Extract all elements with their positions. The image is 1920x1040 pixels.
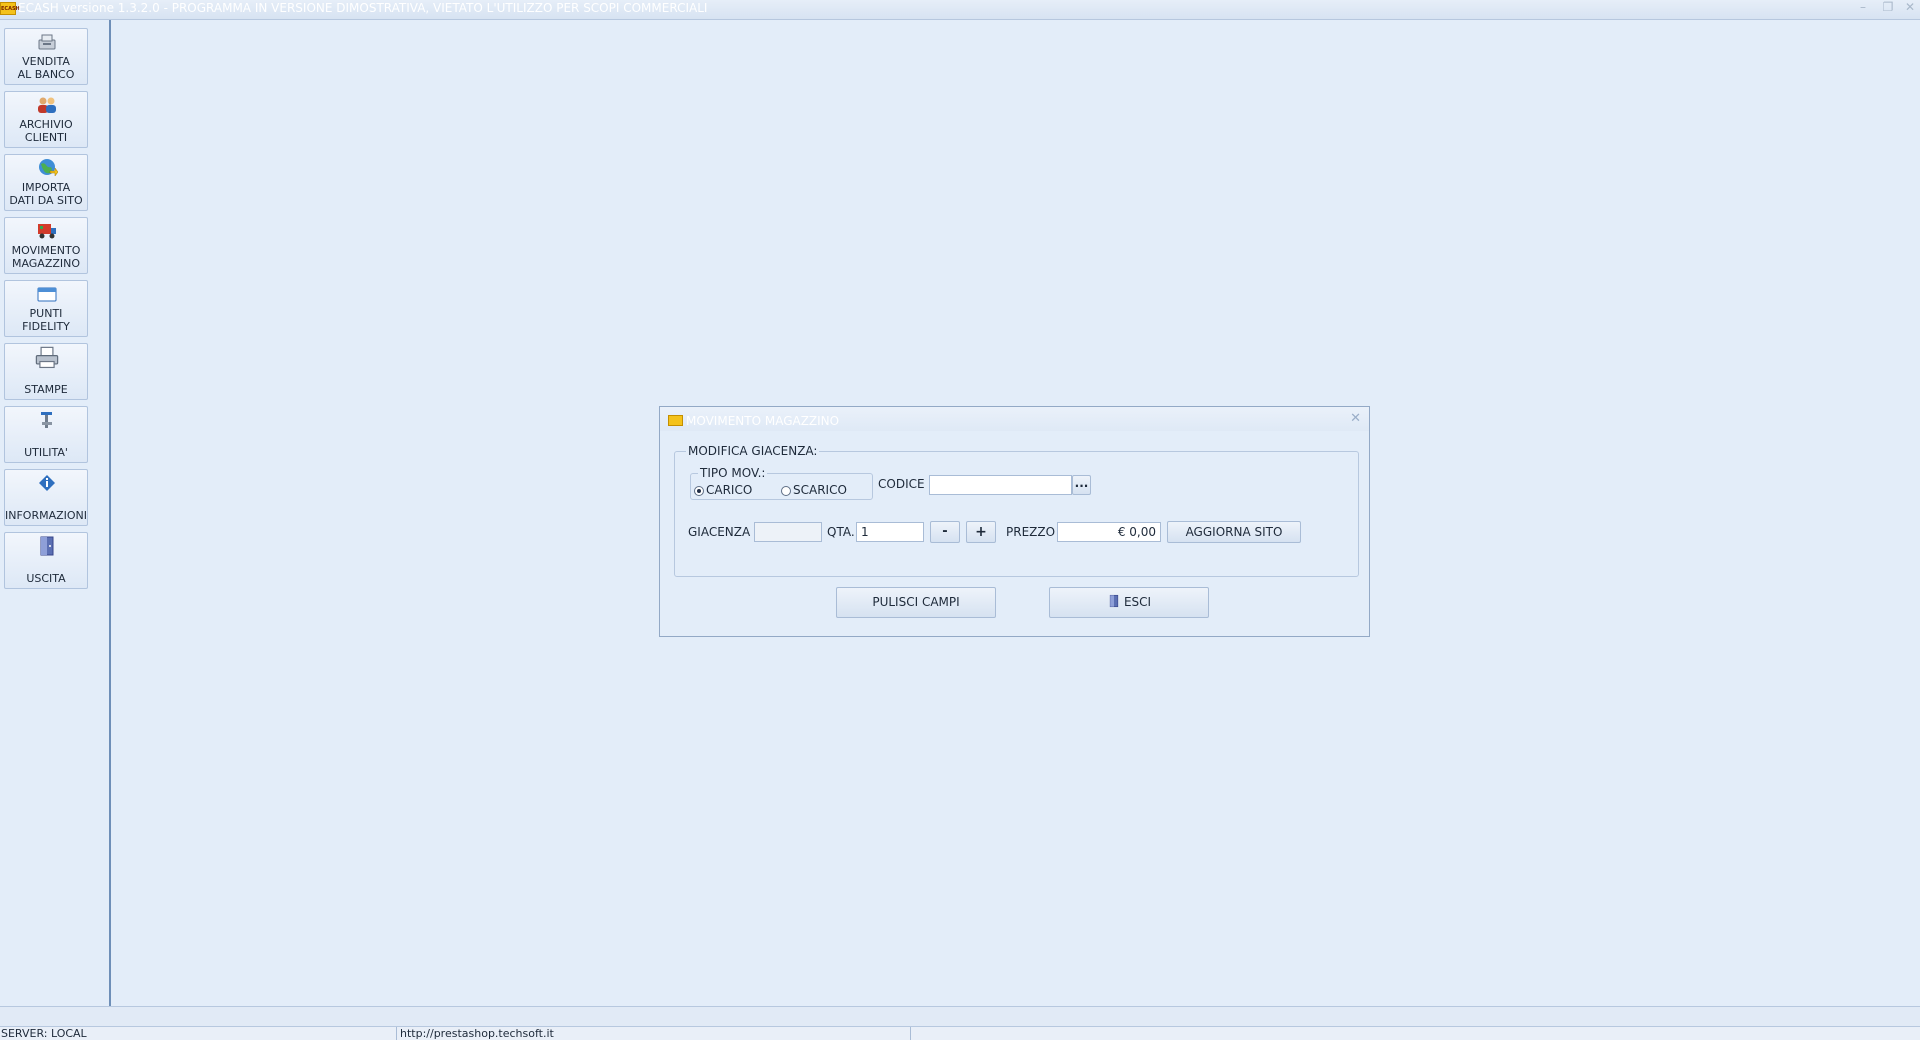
prezzo-input[interactable]: € 0,00 [1057,522,1161,542]
radio-scarico-label: SCARICO [793,483,847,497]
sidebar-item-label: USCITA [26,572,66,585]
sidebar-item-label: MOVIMENTO MAGAZZINO [11,244,81,270]
radio-carico-indicator [694,486,704,496]
sidebar-item-label: PUNTI FIDELITY [22,307,70,333]
exit-door-icon [40,536,54,556]
pulisci-campi-button[interactable]: PULISCI CAMPI [836,587,996,618]
truck-icon [38,224,56,239]
modifica-giacenza-group [674,451,1359,577]
status-separator [910,1027,911,1040]
modifica-giacenza-title: MODIFICA GIACENZA: [686,444,820,458]
giacenza-field [754,522,822,542]
sidebar-item-archivio-clienti[interactable]: ARCHIVIO CLIENTI [4,91,88,148]
sidebar-item-movimento-magazzino[interactable]: MOVIMENTO MAGAZZINO [4,217,88,274]
radio-scarico-indicator [781,486,791,496]
giacenza-label: GIACENZA [688,525,751,539]
globe-import-icon [39,159,58,177]
minimize-button[interactable]: – [1852,0,1874,16]
restore-button[interactable]: ❐ [1877,0,1899,16]
sidebar-item-vendita-al-banco[interactable]: VENDITA AL BANCO [4,28,88,85]
sidebar-divider [109,20,111,1006]
sidebar-item-utilita[interactable]: UTILITA' [4,406,88,463]
sidebar-item-label: UTILITA' [24,446,68,459]
aggiorna-sito-button[interactable]: AGGIORNA SITO [1167,521,1301,543]
movimento-magazzino-dialog: MOVIMENTO MAGAZZINO ✕ MODIFICA GIACENZA:… [659,406,1370,637]
exit-door-icon [1109,594,1119,608]
sidebar-item-stampe[interactable]: STAMPE [4,343,88,400]
card-icon [37,287,57,302]
radio-scarico[interactable]: SCARICO [781,483,847,497]
status-server: SERVER: LOCAL [1,1027,87,1040]
info-icon [39,475,55,491]
window-title: ECASH versione 1.3.2.0 - PROGRAMMA IN VE… [18,1,708,15]
codice-input[interactable] [929,475,1072,495]
radio-carico[interactable]: CARICO [694,483,752,497]
dialog-titlebar: MOVIMENTO MAGAZZINO ✕ [660,407,1369,431]
sidebar-item-label: IMPORTA DATI DA SITO [9,181,83,207]
qta-plus-button[interactable]: + [966,521,996,543]
status-url: http://prestashop.techsoft.it [400,1027,554,1040]
cash-register-icon [38,34,56,50]
sidebar-item-punti-fidelity[interactable]: PUNTI FIDELITY [4,280,88,337]
qta-label: QTA. [827,525,855,539]
esci-button[interactable]: ESCI [1049,587,1209,618]
codice-label: CODICE [878,477,925,491]
sidebar-item-label: ARCHIVIO CLIENTI [19,118,73,144]
qta-minus-button[interactable]: - [930,521,960,543]
sidebar-item-informazioni[interactable]: INFORMAZIONI [4,469,88,526]
radio-carico-label: CARICO [706,483,753,497]
sidebar-item-importa-dati-da-sito[interactable]: IMPORTA DATI DA SITO [4,154,88,211]
dialog-title: MOVIMENTO MAGAZZINO [686,414,840,428]
dialog-close-icon[interactable]: ✕ [1350,411,1361,426]
tipo-mov-title: TIPO MOV.: [698,466,768,480]
dialog-logo-icon [668,415,683,426]
tools-icon [41,412,52,428]
codice-browse-button[interactable]: ... [1072,475,1091,495]
sidebar-item-label: STAMPE [24,383,68,396]
app-logo-icon: ECASH [0,2,20,15]
sidebar-item-label: VENDITA AL BANCO [17,55,75,81]
sidebar-item-label: INFORMAZIONI [5,509,88,522]
prezzo-label: PREZZO [1006,525,1056,539]
window-titlebar: ECASH ECASH versione 1.3.2.0 - PROGRAMMA… [0,0,1920,20]
esci-label: ESCI [1123,595,1152,609]
status-bar: SERVER: LOCAL http://prestashop.techsoft… [0,1026,1920,1040]
printer-icon [35,346,59,369]
status-area [0,1006,1920,1026]
status-separator [396,1027,397,1040]
customers-icon [38,97,56,113]
sidebar-item-uscita[interactable]: USCITA [4,532,88,589]
qta-input[interactable]: 1 [856,522,924,542]
close-window-button[interactable]: ✕ [1899,0,1920,16]
